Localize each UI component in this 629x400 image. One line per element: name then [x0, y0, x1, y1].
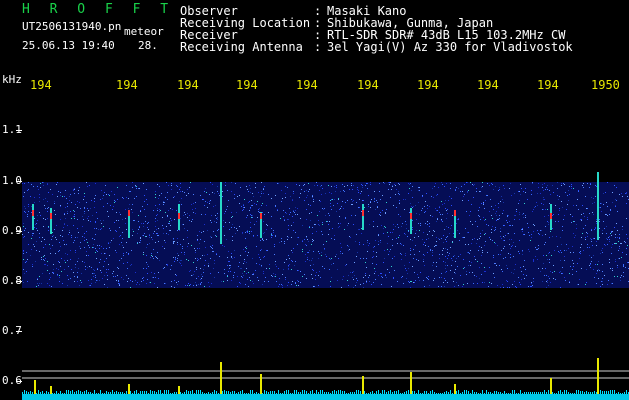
x-tick-label: 194	[177, 78, 199, 92]
x-tick-label: 194	[417, 78, 439, 92]
detection-type: meteor	[124, 25, 164, 38]
echo-count: 28.	[138, 39, 158, 52]
signal-level-trace	[22, 358, 629, 400]
x-tick-label: 1950	[591, 78, 620, 92]
x-tick-label: 194	[357, 78, 379, 92]
x-tick-label: 194	[236, 78, 258, 92]
y-axis-unit: kHz	[2, 73, 22, 86]
header-antenna-label: Receiving Antenna	[180, 40, 303, 54]
x-tick-label: 194	[116, 78, 138, 92]
header-antenna-value: 3el Yagi(V) Az 330 for Vladivostok	[327, 40, 573, 54]
header-colon: :	[314, 40, 322, 54]
capture-datetime: 25.06.13 19:40	[22, 39, 115, 52]
x-tick-label: 194	[30, 78, 52, 92]
x-tick-label: 194	[477, 78, 499, 92]
spectrogram-panel	[22, 96, 629, 400]
noise-band	[22, 182, 629, 288]
app-title: H R O F F T	[22, 2, 175, 17]
file-name: UT2506131940.pn	[22, 20, 122, 33]
x-tick-label: 194	[296, 78, 318, 92]
x-tick-label: 194	[537, 78, 559, 92]
spectrogram	[22, 172, 629, 400]
